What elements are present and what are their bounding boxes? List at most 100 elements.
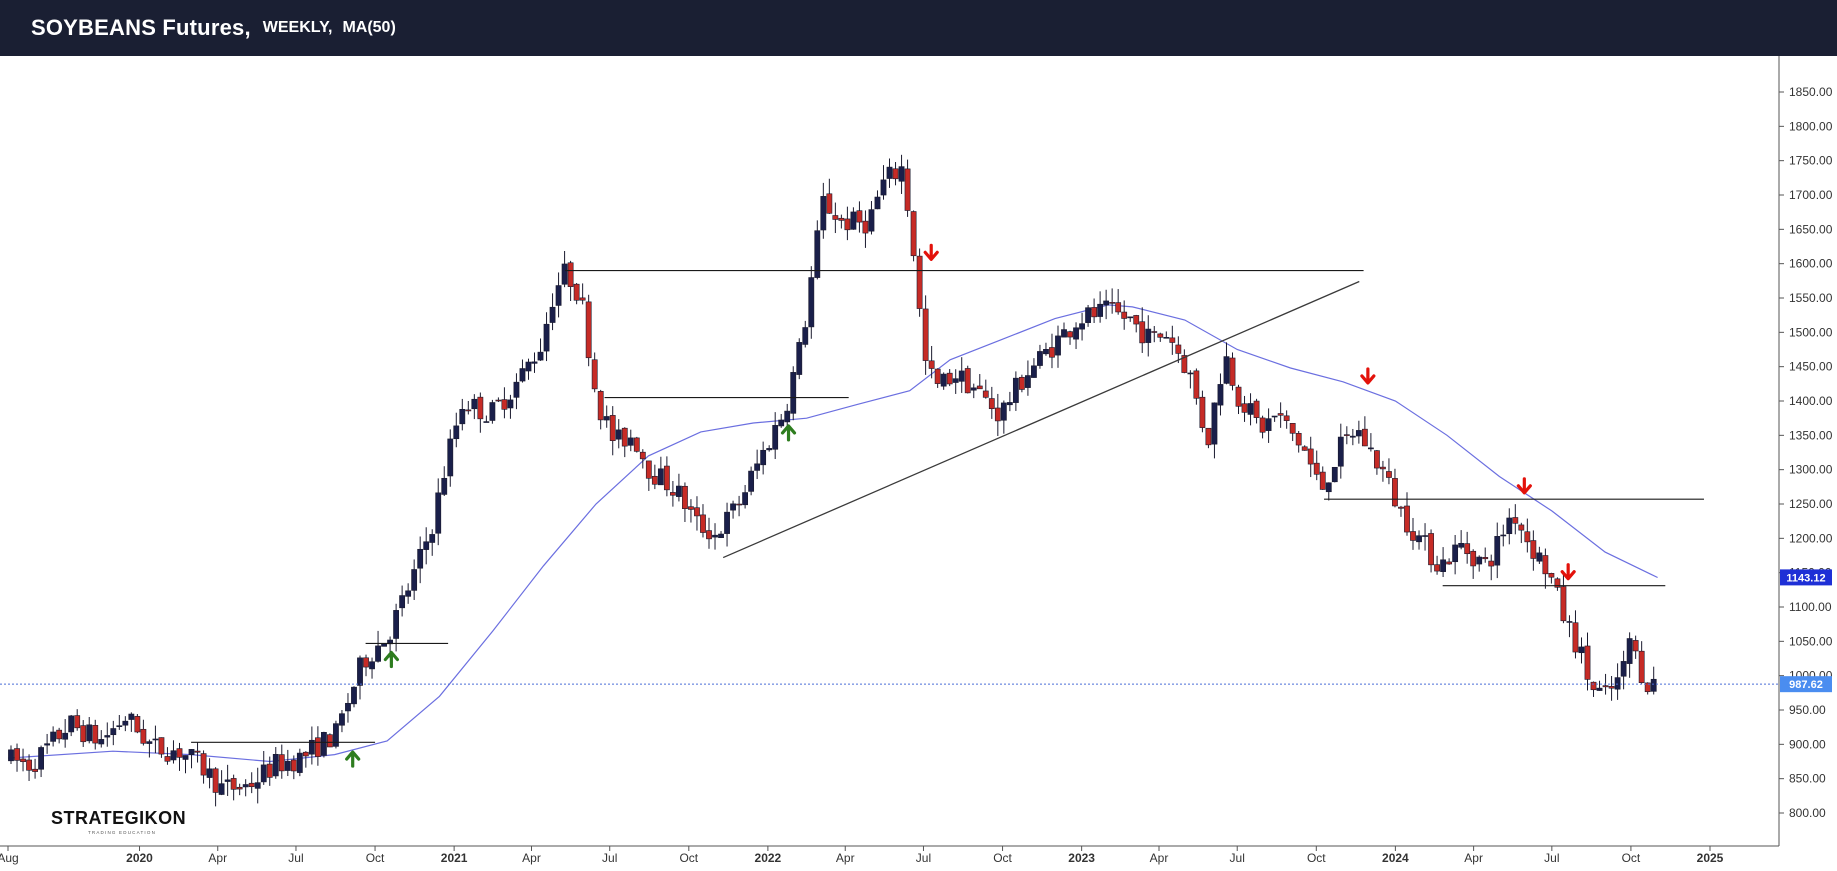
bearish-candle (26, 759, 32, 771)
price-tick-label: 1050.00 (1789, 634, 1833, 648)
bullish-candle (766, 448, 773, 451)
bullish-candle (339, 713, 345, 726)
bearish-candle (1301, 446, 1308, 451)
bearish-candle (1530, 540, 1537, 559)
bullish-candle (1000, 402, 1007, 421)
bullish-candle (471, 398, 478, 410)
bullish-candle (1145, 328, 1152, 343)
bearish-candle (1139, 321, 1146, 344)
bullish-candle (1061, 329, 1067, 338)
time-tick-label: Aug (0, 851, 19, 865)
bullish-candle (543, 323, 550, 352)
bearish-candle (1307, 448, 1314, 465)
bullish-candle (952, 378, 959, 383)
bearish-candle (363, 657, 369, 668)
bearish-candle (844, 218, 851, 231)
bullish-candle (1187, 372, 1194, 375)
bullish-candle (712, 534, 718, 538)
bearish-candle (1392, 478, 1398, 507)
bearish-candle (1446, 561, 1453, 565)
bearish-candle (946, 372, 953, 385)
bullish-candle (38, 747, 44, 770)
bullish-candle (1596, 687, 1603, 691)
bearish-candle (164, 756, 171, 762)
bullish-candle (874, 196, 881, 210)
bullish-candle (417, 548, 424, 569)
bullish-candle (742, 492, 749, 506)
bullish-candle (513, 381, 520, 398)
bearish-candle (1398, 506, 1404, 509)
price-tick-label: 900.00 (1789, 737, 1826, 751)
bearish-candle (826, 193, 833, 214)
price-tick-label: 800.00 (1789, 806, 1826, 820)
bearish-candle (597, 391, 604, 421)
bullish-candle (1337, 436, 1344, 467)
price-tick-label: 1200.00 (1789, 531, 1833, 545)
bearish-candle (248, 782, 255, 788)
bullish-candle (459, 408, 466, 425)
bearish-candle (501, 399, 508, 410)
bearish-candle (212, 768, 219, 793)
price-label-badge: 1143.12 (1780, 569, 1832, 586)
bullish-candle (748, 470, 755, 492)
bullish-candle (429, 534, 436, 543)
bearish-candle (1049, 347, 1055, 358)
time-tick-label: Jul (602, 851, 617, 865)
bullish-candle (1476, 556, 1483, 565)
price-chart[interactable]: 800.00850.00900.00950.001000.001050.0011… (0, 56, 1837, 871)
bearish-candle (1632, 640, 1639, 652)
bearish-candle (465, 409, 472, 412)
bullish-candle (561, 263, 568, 285)
time-tick-label: 2023 (1068, 851, 1095, 865)
price-axis[interactable]: 800.00850.00900.00950.001000.001050.0011… (1778, 56, 1833, 846)
bearish-candle (651, 475, 658, 485)
bearish-candle (609, 415, 616, 441)
bullish-candle (790, 372, 797, 414)
bullish-candle (730, 503, 736, 511)
bullish-candle (1265, 418, 1272, 431)
price-tick-label: 1450.00 (1789, 360, 1833, 374)
bullish-candle (1506, 517, 1513, 535)
bullish-candle (880, 179, 887, 196)
bullish-candle (170, 750, 177, 761)
bearish-candle (1151, 331, 1158, 333)
bearish-candle (32, 768, 38, 772)
bullish-candle (1271, 415, 1278, 418)
bearish-candle (1374, 450, 1380, 469)
time-axis[interactable]: Aug 2020 Apr Jul Oct 2021 Apr Jul Oct 2022 Apr Jul O… (0, 845, 1779, 865)
bearish-candle (92, 725, 99, 744)
bearish-candle (158, 737, 165, 755)
bearish-candle (1091, 307, 1097, 318)
bearish-candle (688, 506, 694, 510)
bullish-candle (615, 429, 622, 440)
price-tick-label: 1350.00 (1789, 428, 1833, 442)
bullish-candle (1223, 356, 1230, 384)
bearish-candle (74, 715, 81, 729)
bullish-candle (1440, 559, 1446, 572)
bullish-candle (86, 724, 93, 742)
bullish-candle (423, 541, 430, 550)
time-tick-label: 2024 (1382, 851, 1409, 865)
bearish-candle (904, 168, 911, 211)
price-tick-label: 1750.00 (1789, 154, 1833, 168)
bearish-candle (1205, 427, 1212, 446)
bearish-candle (290, 759, 297, 772)
bearish-candle (579, 297, 586, 301)
bullish-candle (754, 463, 761, 471)
bullish-candle (1055, 335, 1061, 356)
bearish-candle (706, 530, 712, 540)
bearish-candle (645, 460, 652, 479)
bullish-candle (1367, 447, 1374, 450)
chart-title: SOYBEANS Futures, (31, 15, 251, 40)
bearish-candle (567, 262, 574, 287)
bullish-candle (50, 731, 57, 742)
bearish-candle (176, 748, 183, 758)
bullish-candle (411, 569, 418, 591)
time-tick-label: 2021 (441, 851, 468, 865)
time-tick-label: 2020 (126, 851, 153, 865)
price-tick-label: 1800.00 (1789, 119, 1833, 133)
bullish-candle (940, 373, 947, 387)
bullish-candle (1325, 482, 1332, 493)
bearish-candle (964, 368, 971, 394)
bearish-candle (1572, 622, 1579, 653)
